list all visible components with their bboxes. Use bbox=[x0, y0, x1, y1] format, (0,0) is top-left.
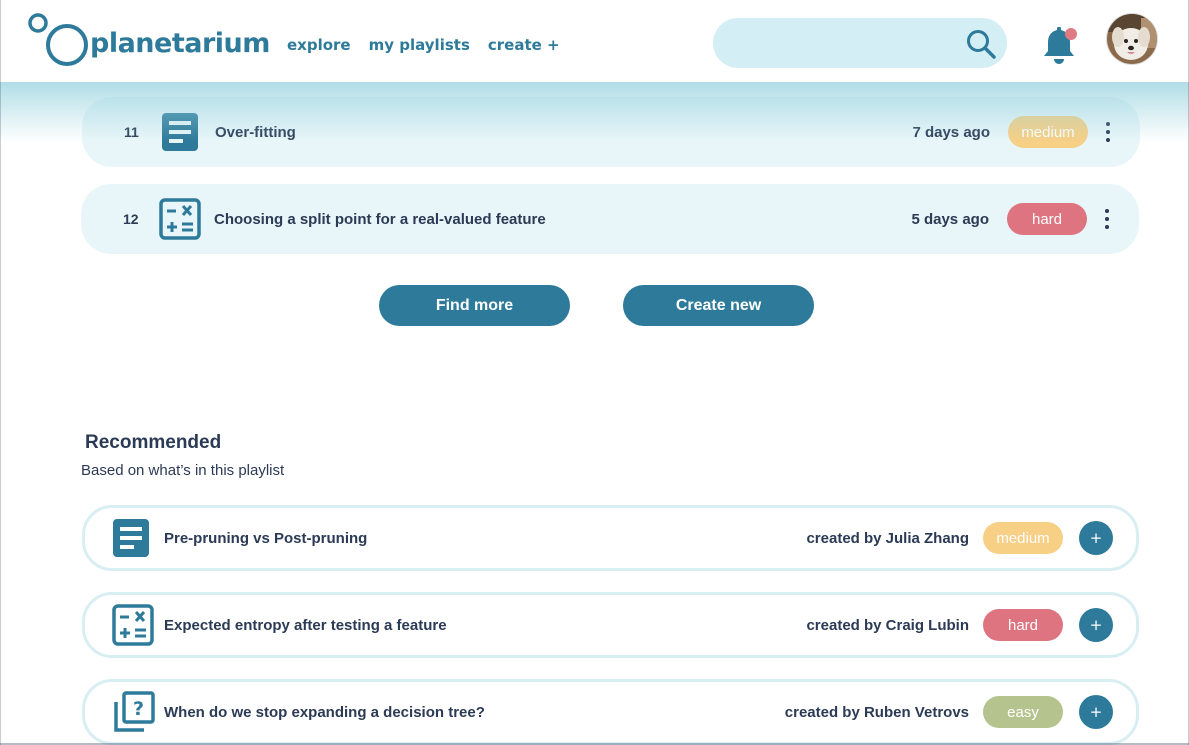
recommended-author: created by Craig Lubin bbox=[806, 616, 969, 634]
difficulty-badge: hard bbox=[1007, 203, 1087, 235]
add-to-playlist-button[interactable]: + bbox=[1079, 695, 1113, 729]
difficulty-badge: medium bbox=[983, 522, 1063, 554]
recommended-item[interactable]: ? When do we stop expanding a decision t… bbox=[82, 679, 1139, 745]
find-more-button[interactable]: Find more bbox=[379, 285, 570, 326]
nav-my-playlists[interactable]: my playlists bbox=[369, 36, 470, 54]
recommended-subtitle: Based on what’s in this playlist bbox=[81, 462, 285, 479]
user-avatar[interactable] bbox=[1107, 14, 1157, 64]
playlist-row[interactable]: 12 Choosing a split point for a real-val… bbox=[81, 184, 1139, 254]
difficulty-badge: hard bbox=[983, 609, 1063, 641]
row-title[interactable]: Over-fitting bbox=[215, 124, 296, 141]
recommended-item[interactable]: Pre-pruning vs Post-pruning created by J… bbox=[82, 505, 1139, 571]
calculator-icon bbox=[159, 198, 201, 240]
row-number: 12 bbox=[123, 211, 139, 227]
row-timestamp: 5 days ago bbox=[911, 210, 989, 228]
recommended-title[interactable]: Pre-pruning vs Post-pruning bbox=[164, 530, 367, 547]
row-title[interactable]: Choosing a split point for a real-valued… bbox=[214, 211, 546, 228]
playlist-row[interactable]: 11 Over-fitting 7 days ago medium bbox=[82, 97, 1140, 167]
more-options-icon[interactable] bbox=[1102, 122, 1114, 142]
recommended-title[interactable]: Expected entropy after testing a feature bbox=[164, 617, 447, 634]
document-icon bbox=[113, 519, 149, 557]
calculator-icon bbox=[112, 604, 154, 646]
search-icon[interactable] bbox=[965, 28, 997, 60]
recommended-item[interactable]: Expected entropy after testing a feature… bbox=[82, 592, 1139, 658]
main-nav: explore my playlists create + bbox=[287, 36, 560, 54]
window-border-left bbox=[0, 0, 1, 745]
svg-text:?: ? bbox=[133, 698, 144, 720]
logo[interactable]: planetarium bbox=[26, 10, 270, 70]
recommended-title[interactable]: When do we stop expanding a decision tre… bbox=[164, 704, 485, 721]
recommended-heading: Recommended bbox=[85, 432, 222, 453]
add-to-playlist-button[interactable]: + bbox=[1079, 521, 1113, 555]
brand-name: planetarium bbox=[90, 28, 270, 59]
more-options-icon[interactable] bbox=[1101, 209, 1113, 229]
question-cards-icon: ? bbox=[114, 691, 155, 732]
create-new-button[interactable]: Create new bbox=[623, 285, 814, 326]
top-header: planetarium explore my playlists create … bbox=[0, 0, 1189, 82]
add-to-playlist-button[interactable]: + bbox=[1079, 608, 1113, 642]
difficulty-badge: easy bbox=[983, 696, 1063, 728]
nav-explore[interactable]: explore bbox=[287, 36, 351, 54]
notification-dot bbox=[1065, 28, 1077, 40]
row-number: 11 bbox=[124, 124, 139, 140]
planet-logo-icon bbox=[28, 13, 88, 66]
row-timestamp: 7 days ago bbox=[912, 123, 990, 141]
search-input[interactable] bbox=[733, 30, 953, 56]
recommended-author: created by Ruben Vetrovs bbox=[784, 703, 969, 721]
difficulty-badge: medium bbox=[1008, 116, 1088, 148]
search-bar bbox=[713, 18, 1007, 68]
notification-bell-icon[interactable] bbox=[1040, 25, 1080, 67]
recommended-author: created by Julia Zhang bbox=[806, 529, 969, 547]
dog-avatar-icon bbox=[1107, 14, 1157, 64]
nav-create[interactable]: create + bbox=[488, 36, 560, 54]
document-icon bbox=[162, 113, 198, 151]
